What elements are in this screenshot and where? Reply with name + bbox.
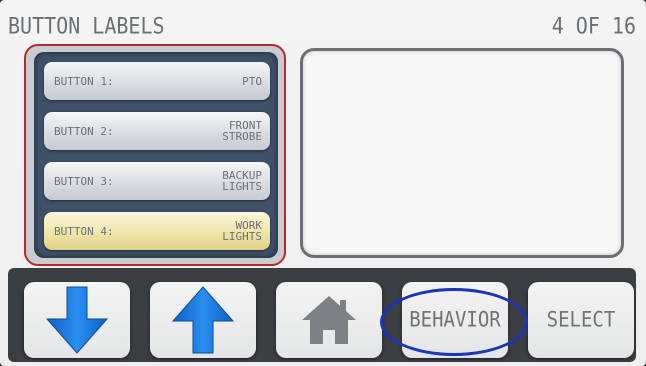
page-counter: 4 OF 16 — [551, 12, 636, 40]
button-label-name: BUTTON 1: — [54, 74, 114, 88]
button-label-value: BACKUP LIGHTS — [222, 169, 262, 193]
button-label-value: WORK LIGHTS — [222, 219, 262, 243]
button-label-2[interactable]: BUTTON 2: FRONT STROBE — [44, 112, 270, 150]
button-labels-list: BUTTON 1: PTO BUTTON 2: FRONT STROBE BUTT… — [34, 52, 278, 258]
behavior-button[interactable]: BEHAVIOR — [402, 282, 508, 358]
device-screen: BUTTON LABELS 4 OF 16 BUTTON 1: PTO BUTT… — [0, 0, 646, 366]
preview-area — [300, 48, 624, 258]
button-label-name: BUTTON 2: — [54, 124, 114, 138]
scroll-up-button[interactable] — [150, 282, 256, 358]
page-title: BUTTON LABELS — [8, 12, 165, 40]
header: BUTTON LABELS 4 OF 16 — [8, 10, 636, 42]
button-labels-panel: BUTTON 1: PTO BUTTON 2: FRONT STROBE BUTT… — [24, 44, 286, 266]
behavior-label: BEHAVIOR — [409, 307, 501, 333]
arrow-up-icon — [171, 286, 235, 354]
button-label-1[interactable]: BUTTON 1: PTO — [44, 62, 270, 100]
arrow-down-icon — [45, 286, 109, 354]
home-icon — [302, 296, 356, 344]
home-button[interactable] — [276, 282, 382, 358]
button-label-name: BUTTON 4: — [54, 224, 114, 238]
button-label-4[interactable]: BUTTON 4: WORK LIGHTS — [44, 212, 270, 250]
button-label-3[interactable]: BUTTON 3: BACKUP LIGHTS — [44, 162, 270, 200]
select-button[interactable]: SELECT — [528, 282, 634, 358]
select-label: SELECT — [546, 307, 616, 333]
button-label-name: BUTTON 3: — [54, 174, 114, 188]
button-label-value: PTO — [242, 74, 262, 88]
scroll-down-button[interactable] — [24, 282, 130, 358]
button-label-value: FRONT STROBE — [222, 119, 262, 143]
